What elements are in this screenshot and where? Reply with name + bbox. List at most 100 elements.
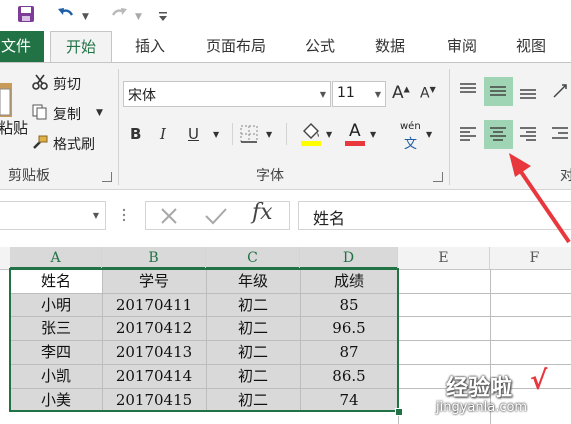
formula-value: 姓名 [313,209,346,228]
table-cell[interactable]: 张三 [10,316,102,340]
italic-button[interactable]: I [160,125,166,143]
table-cell[interactable]: 96.5 [300,316,398,340]
tab-data[interactable]: 数据 [364,31,416,63]
table-cell[interactable]: 85 [300,293,398,317]
fill-color-icon[interactable] [300,121,322,147]
formula-bar-grip-icon[interactable] [122,207,126,223]
customize-icon[interactable] [158,8,168,21]
redo-dropdown-icon[interactable]: ▼ [135,8,142,26]
font-color-icon: A [349,121,361,141]
separator [232,123,233,145]
copy-button[interactable]: 复制 [53,104,81,124]
table-cell[interactable]: 20170412 [102,316,206,340]
phonetic-icon-top: wén [400,121,421,132]
insert-function-button[interactable]: fx [252,200,273,225]
column-header-f[interactable]: F [490,247,571,269]
column-header-e[interactable]: E [398,247,490,269]
table-cell[interactable]: 小美 [10,388,102,412]
tab-file-label: 文件 [0,37,31,55]
paste-icon[interactable] [0,77,14,121]
table-cell[interactable]: 学号 [102,269,206,293]
cut-button[interactable]: 剪切 [53,74,81,94]
tab-review[interactable]: 审阅 [436,31,488,63]
align-right-icon[interactable] [518,124,538,144]
table-cell[interactable]: 初二 [206,316,300,340]
orientation-icon[interactable] [550,81,570,101]
font-size-select[interactable]: 11 ▼ [332,81,386,107]
tab-insert-label: 插入 [134,37,165,55]
table-cell[interactable]: 20170415 [102,388,206,412]
cut-icon[interactable] [31,73,49,91]
table-cell[interactable]: 20170411 [102,293,206,317]
cancel-icon[interactable] [159,206,179,226]
separator [118,69,119,185]
bottom-align-icon[interactable] [518,81,538,101]
font-color-dropdown-icon[interactable]: ▼ [370,130,376,139]
phonetic-dropdown-icon[interactable]: ▼ [426,130,432,139]
table-cell[interactable]: 初二 [206,388,300,412]
undo-icon[interactable] [55,3,77,25]
table-cell[interactable]: 20170414 [102,364,206,388]
align-center-icon[interactable] [488,124,508,144]
table-cell[interactable]: 74 [300,388,398,412]
name-box[interactable]: ▼ [0,201,106,230]
undo-dropdown-icon[interactable]: ▼ [82,8,89,26]
table-cell[interactable]: 年级 [206,269,300,293]
top-align-icon[interactable] [458,81,478,101]
align-left-icon[interactable] [458,124,478,144]
font-launcher-icon[interactable] [433,172,443,182]
tab-formulas-label: 公式 [304,37,335,55]
shrink-font-button[interactable]: A▼ [420,85,436,102]
middle-align-icon[interactable] [488,81,508,101]
column-header-a[interactable]: A [10,247,102,269]
grow-font-button[interactable]: A▲ [392,83,410,103]
redo-icon[interactable] [108,3,130,25]
font-color-button[interactable]: A [344,121,366,147]
table-cell[interactable]: 20170413 [102,340,206,364]
phonetic-icon-bottom: 文 [404,137,418,152]
column-header-b[interactable]: B [102,247,206,269]
phonetic-button[interactable]: wén 文 [398,121,426,152]
ribbon-tabs: 文件 开始 插入 页面布局 公式 数据 审阅 视图 [0,31,571,63]
font-color-bar [345,141,365,146]
copy-icon[interactable] [31,103,49,121]
bold-button[interactable]: B [130,125,141,143]
format-painter-icon[interactable] [31,133,49,151]
indent-icon[interactable] [550,124,570,144]
column-header-c[interactable]: C [206,247,300,269]
enter-icon[interactable] [204,206,228,226]
font-name-select[interactable]: 宋体 ▼ [123,81,331,107]
table-cell[interactable]: 86.5 [300,364,398,388]
tab-formulas[interactable]: 公式 [294,31,346,63]
underline-dropdown-icon[interactable]: ▼ [213,130,219,139]
copy-dropdown-icon[interactable]: ▼ [96,108,103,118]
table-cell[interactable]: 初二 [206,364,300,388]
fill-color-dropdown-icon[interactable]: ▼ [326,130,332,139]
tab-file[interactable]: 文件 [0,31,44,63]
paste-button[interactable]: 粘贴 [0,117,28,138]
italic-icon: I [160,125,166,143]
table-cell[interactable]: 小明 [10,293,102,317]
border-icon[interactable] [240,125,258,143]
table-cell[interactable]: 小凯 [10,364,102,388]
clipboard-launcher-icon[interactable] [102,172,112,182]
table-cell[interactable]: 李四 [10,340,102,364]
tab-page-layout[interactable]: 页面布局 [196,31,276,63]
column-header-d[interactable]: D [300,247,398,269]
border-dropdown-icon[interactable]: ▼ [266,130,272,139]
save-icon[interactable] [17,5,35,23]
table-cell[interactable]: 初二 [206,340,300,364]
table-cell[interactable]: 87 [300,340,398,364]
tab-view[interactable]: 视图 [505,31,557,63]
format-painter-button[interactable]: 格式刷 [53,134,95,154]
table-cell[interactable]: 姓名 [10,269,102,293]
table-cell[interactable]: 初二 [206,293,300,317]
table-cell[interactable]: 成绩 [300,269,398,293]
watermark: 经验啦 √ jingyanla.com [436,366,571,424]
tab-data-label: 数据 [374,37,405,55]
chevron-down-icon: ▼ [319,90,326,99]
underline-button[interactable]: U [188,125,199,143]
tab-insert[interactable]: 插入 [124,31,176,63]
tab-home[interactable]: 开始 [50,31,112,63]
formula-bar: ▼ fx 姓名 [0,190,571,244]
